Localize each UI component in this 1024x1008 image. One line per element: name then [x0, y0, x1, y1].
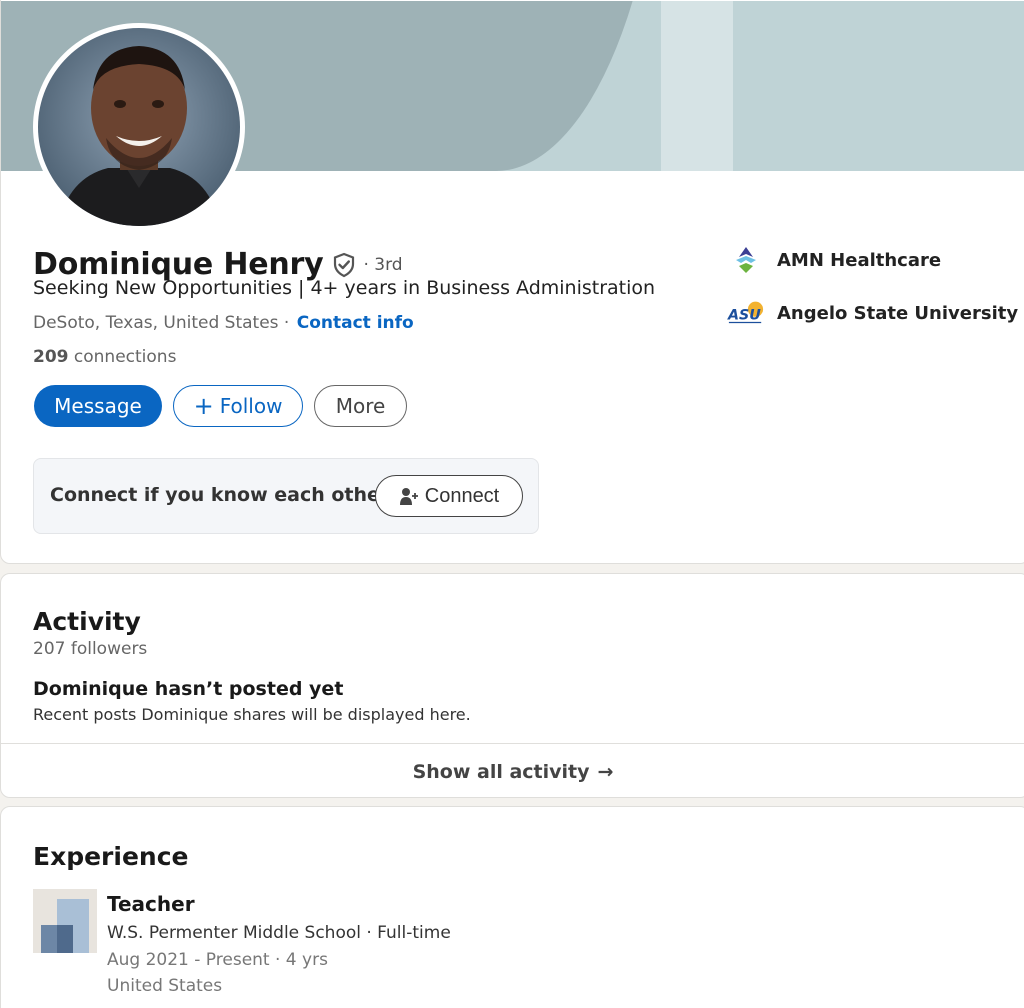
svg-text:ASU: ASU: [727, 308, 761, 324]
experience-card: Experience Teacher W.S. Permenter Middle…: [0, 806, 1024, 1008]
amn-healthcare-logo-icon: [727, 244, 765, 276]
arrow-right-icon: →: [597, 760, 614, 783]
contact-info-link[interactable]: Contact info: [297, 313, 414, 333]
org-name: AMN Healthcare: [777, 249, 942, 271]
profile-headline: Seeking New Opportunities | 4+ years in …: [33, 277, 656, 299]
show-all-activity-label: Show all activity: [412, 760, 590, 783]
activity-title: Activity: [33, 607, 141, 636]
profile-location-row: DeSoto, Texas, United States · Contact i…: [33, 313, 414, 333]
message-button[interactable]: Message: [34, 385, 162, 427]
experience-role-title: Teacher: [107, 892, 195, 916]
profile-avatar[interactable]: [33, 23, 245, 231]
show-all-activity-link[interactable]: Show all activity →: [1, 744, 1024, 797]
experience-title: Experience: [33, 842, 189, 871]
more-button[interactable]: More: [314, 385, 407, 427]
connect-prompt: Connect if you know each other: [50, 484, 390, 506]
location-separator: ·: [278, 313, 295, 333]
connect-button-label: Connect: [424, 484, 500, 507]
asu-logo-icon: ASU: [727, 297, 765, 329]
profile-location: DeSoto, Texas, United States: [33, 313, 279, 333]
connect-suggestion-box: Connect if you know each other Connect: [33, 458, 539, 534]
experience-dates: Aug 2021 - Present · 4 yrs: [107, 950, 328, 970]
follow-button[interactable]: + Follow: [173, 385, 303, 427]
add-person-icon: [399, 486, 419, 506]
connections-row[interactable]: 209 connections: [33, 347, 176, 367]
experience-company: W.S. Permenter Middle School · Full-time: [107, 923, 451, 943]
connect-button[interactable]: Connect: [375, 475, 523, 517]
followers-count[interactable]: 207 followers: [33, 639, 147, 659]
follow-button-label: Follow: [219, 394, 283, 418]
company-logo[interactable]: [33, 889, 97, 953]
plus-icon: +: [193, 392, 214, 420]
no-posts-subtitle: Recent posts Dominique shares will be di…: [33, 705, 471, 724]
experience-location: United States: [107, 976, 223, 996]
org-amn-healthcare[interactable]: AMN Healthcare: [727, 244, 941, 276]
connections-label: connections: [68, 347, 177, 367]
no-posts-title: Dominique hasn’t posted yet: [33, 678, 344, 700]
org-angelo-state-university[interactable]: ASU Angelo State University: [727, 297, 1018, 329]
activity-card: Activity 207 followers Dominique hasn’t …: [0, 573, 1024, 798]
profile-card: Dominique Henry · 3rd Seeking New Opport…: [0, 0, 1024, 564]
connection-degree: · 3rd: [363, 254, 403, 275]
connections-count: 209: [33, 347, 69, 367]
org-name: Angelo State University: [777, 302, 1019, 324]
verified-shield-icon[interactable]: [331, 252, 357, 278]
